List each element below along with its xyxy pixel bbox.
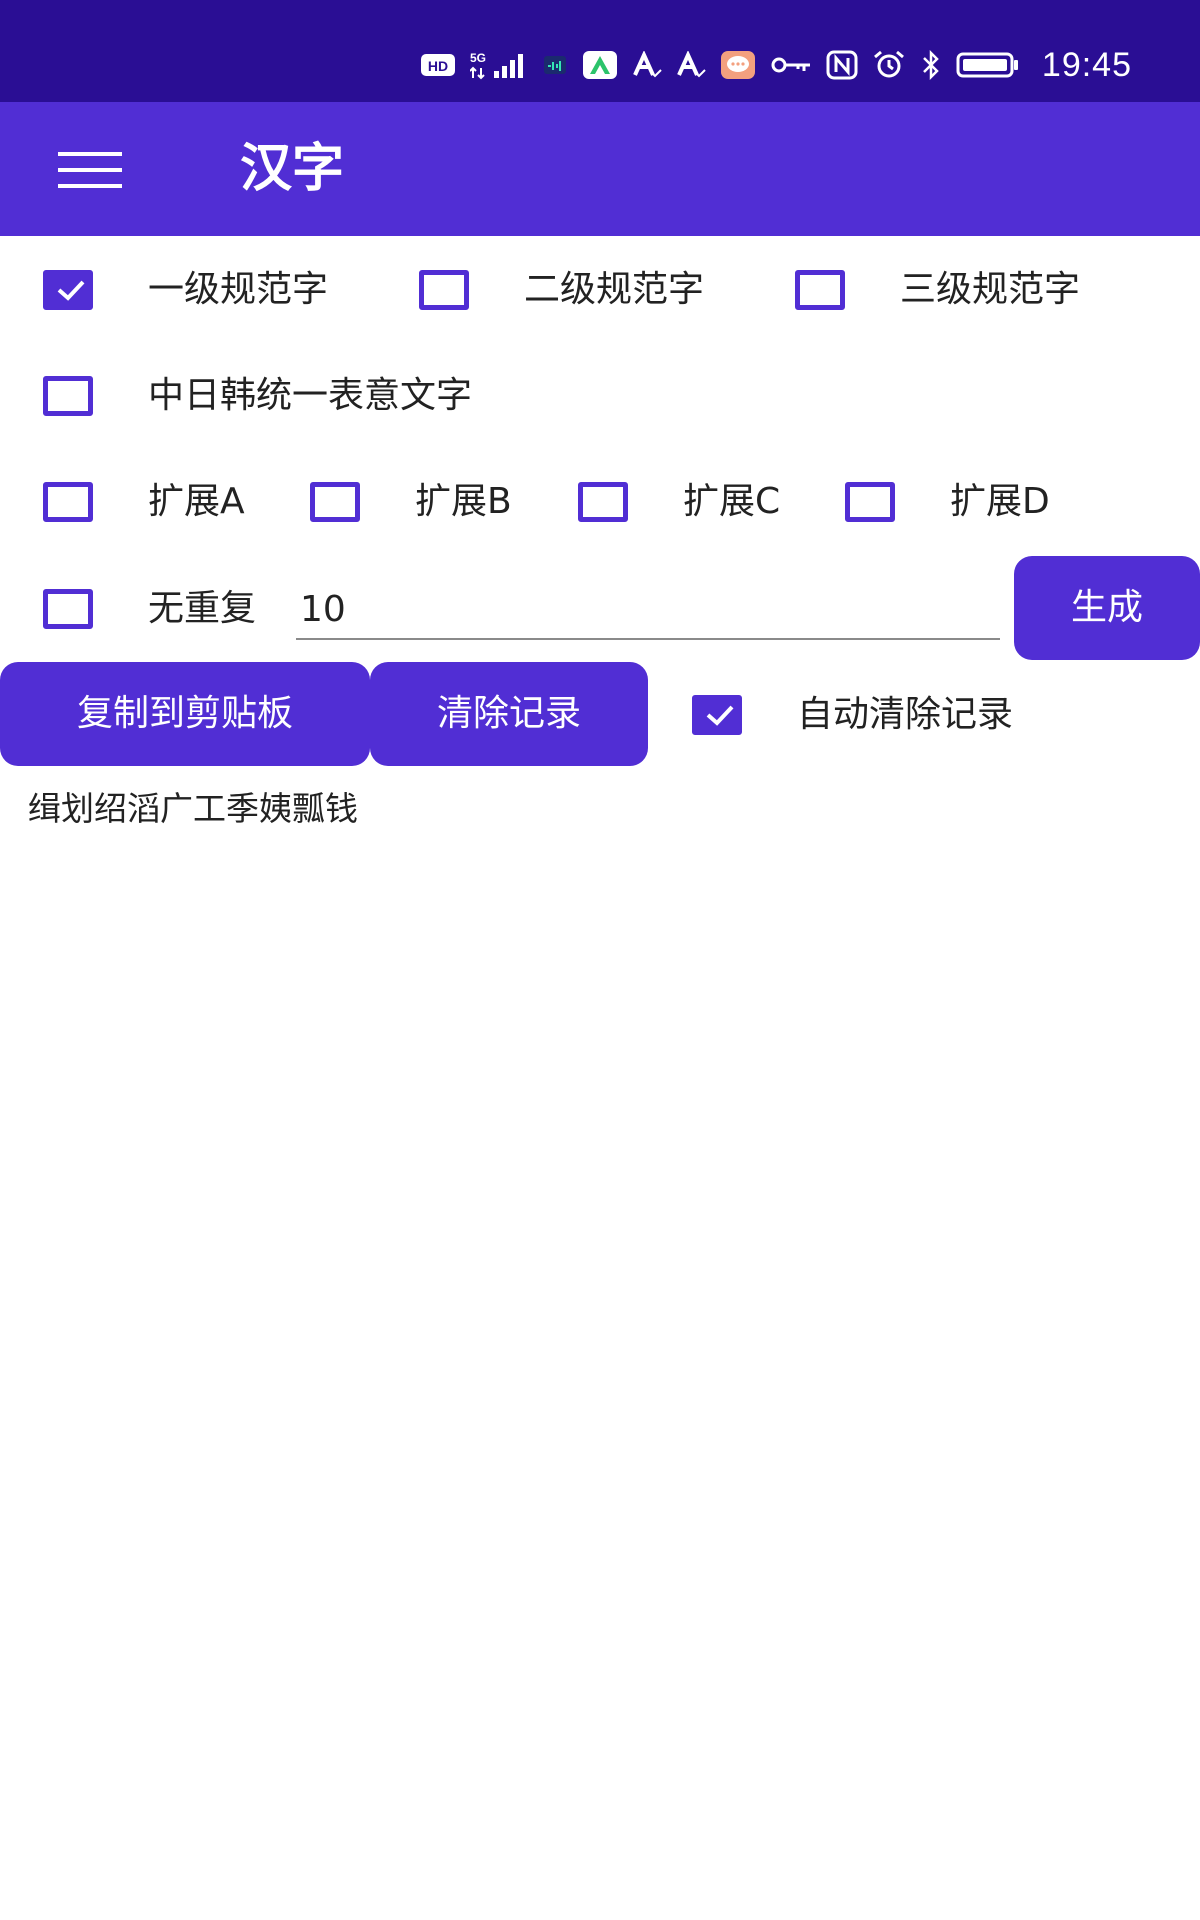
- signal-icon: 5G: [469, 50, 528, 80]
- generated-characters: 缉划绍滔广工季姨瓢钱: [28, 789, 358, 828]
- checkbox-no-repeat[interactable]: [43, 589, 93, 629]
- hd-text: HD: [428, 58, 448, 74]
- label-ext-a: 扩展A: [148, 481, 245, 522]
- copy-to-clipboard-button[interactable]: 复制到剪贴板: [0, 662, 370, 766]
- label-auto-clear: 自动清除记录: [797, 694, 1014, 735]
- hamburger-menu-icon[interactable]: [52, 142, 128, 198]
- checkbox-level3[interactable]: [795, 270, 845, 310]
- checkbox-level1[interactable]: [43, 270, 93, 310]
- clear-records-button[interactable]: 清除记录: [370, 662, 648, 766]
- check-icon: [706, 705, 734, 726]
- key-icon: [770, 53, 812, 77]
- count-input[interactable]: [296, 580, 1000, 640]
- generate-button[interactable]: 生成: [1014, 556, 1200, 660]
- checkbox-auto-clear[interactable]: [692, 695, 742, 735]
- hd-icon: HD: [420, 52, 456, 78]
- nfc-icon: [826, 50, 858, 80]
- font-icon: [632, 51, 662, 79]
- bluetooth-icon: [920, 50, 942, 80]
- check-icon: [57, 280, 85, 301]
- label-ext-c: 扩展C: [683, 481, 781, 522]
- app-store-icon: [582, 50, 618, 80]
- label-cjk: 中日韩统一表意文字: [148, 375, 473, 416]
- label-level3: 三级规范字: [900, 269, 1081, 310]
- status-bar: HD 5G 19:45: [0, 0, 1200, 102]
- checkbox-level2[interactable]: [419, 270, 469, 310]
- network-type-text: 5G: [470, 51, 486, 65]
- page-title: 汉字: [240, 139, 345, 199]
- alarm-icon: [872, 50, 906, 80]
- font-icon: [676, 51, 706, 79]
- status-clock: 19:45: [1041, 45, 1132, 84]
- checkbox-cjk[interactable]: [43, 376, 93, 416]
- message-icon: [720, 50, 756, 80]
- label-ext-b: 扩展B: [415, 481, 512, 522]
- label-level1: 一级规范字: [148, 269, 329, 310]
- checkbox-ext-c[interactable]: [578, 482, 628, 522]
- checkbox-ext-d[interactable]: [845, 482, 895, 522]
- battery-icon: [956, 51, 1020, 79]
- checkbox-ext-b[interactable]: [310, 482, 360, 522]
- checkbox-ext-a[interactable]: [43, 482, 93, 522]
- wifi-icon: [542, 52, 568, 78]
- label-no-repeat: 无重复: [148, 588, 257, 629]
- status-icons: HD 5G 19:45: [420, 46, 1132, 84]
- app-bar: 汉字: [0, 102, 1200, 236]
- label-ext-d: 扩展D: [950, 481, 1050, 522]
- label-level2: 二级规范字: [524, 269, 705, 310]
